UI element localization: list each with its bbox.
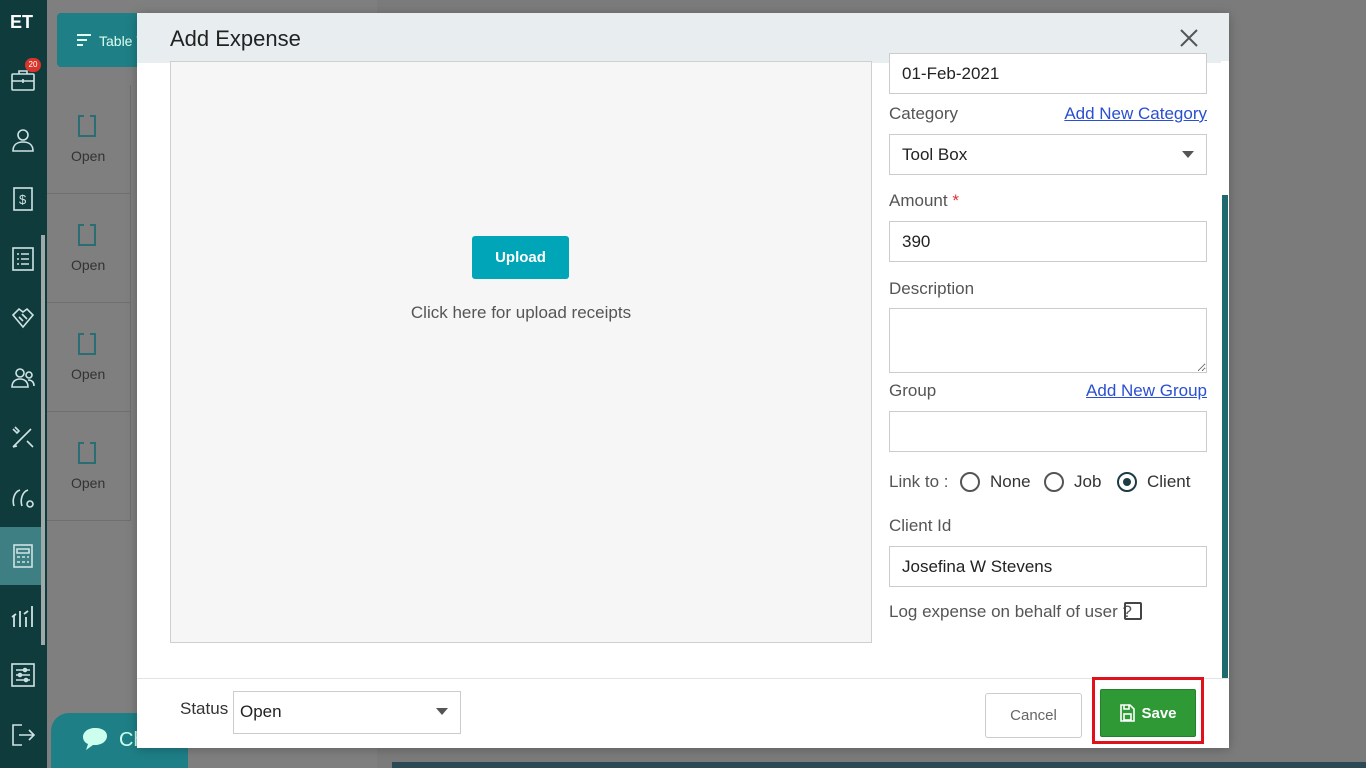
chat-bubble-icon[interactable]	[10, 484, 36, 510]
log-behalf-label: Log expense on behalf of user ?	[889, 602, 1132, 621]
list-item[interactable]: Open	[47, 412, 131, 521]
app-logo: ET	[10, 12, 34, 32]
list-item[interactable]: Open	[47, 194, 131, 303]
receipt-icon	[78, 333, 96, 355]
status-label: Status	[180, 699, 229, 718]
cancel-button[interactable]: Cancel	[985, 693, 1082, 738]
description-textarea[interactable]	[889, 308, 1207, 373]
modal-footer: Status Open Cancel Save	[137, 677, 1229, 748]
floppy-disk-icon	[1120, 704, 1136, 722]
save-button[interactable]: Save	[1100, 689, 1196, 737]
settings-sliders-icon[interactable]	[10, 662, 36, 688]
users-icon[interactable]	[10, 365, 36, 391]
svg-text:$: $	[19, 192, 27, 207]
client-id-input[interactable]: Josefina W Stevens	[889, 546, 1207, 587]
client-id-label: Client Id	[889, 516, 952, 535]
list-item[interactable]: Open	[47, 303, 131, 412]
list-item[interactable]: Open	[47, 85, 131, 194]
calculator-icon[interactable]	[10, 543, 36, 569]
radio-circle	[1044, 472, 1064, 492]
logout-icon[interactable]	[10, 722, 36, 748]
radio-circle-checked	[1117, 472, 1137, 492]
tools-icon[interactable]	[10, 424, 36, 450]
group-input[interactable]	[889, 411, 1207, 452]
link-to-label: Link to :	[889, 472, 949, 491]
add-new-group-link[interactable]: Add New Group	[1086, 381, 1207, 401]
receipt-upload-area[interactable]: Upload Click here for upload receipts	[170, 61, 872, 643]
upload-hint: Click here for upload receipts	[410, 303, 632, 322]
close-icon[interactable]	[1178, 27, 1200, 49]
dollar-icon[interactable]: $	[10, 186, 36, 212]
link-to-client-radio[interactable]: Client	[1117, 472, 1190, 492]
sort-lines-icon	[77, 34, 91, 49]
add-expense-modal: Add Expense Upload Click here for upload…	[137, 13, 1229, 748]
sidebar-scrollbar[interactable]	[41, 235, 45, 645]
list-item-status: Open	[71, 366, 106, 382]
amount-input[interactable]: 390	[889, 221, 1207, 262]
radio-circle	[960, 472, 980, 492]
status-select[interactable]: Open	[233, 691, 461, 734]
list-icon[interactable]	[10, 246, 36, 272]
add-new-category-link[interactable]: Add New Category	[1064, 104, 1207, 124]
date-field[interactable]: 01-Feb-2021	[889, 53, 1207, 94]
form-scrollbar-thumb[interactable]	[1222, 195, 1228, 678]
user-icon[interactable]	[10, 127, 36, 153]
category-select[interactable]: Tool Box	[889, 134, 1207, 175]
category-label: Category	[889, 104, 958, 123]
modal-title: Add Expense	[170, 26, 301, 51]
link-to-job-radio[interactable]: Job	[1044, 472, 1101, 492]
amount-label: Amount *	[889, 191, 959, 210]
upload-button[interactable]: Upload	[472, 236, 569, 279]
receipt-icon	[78, 442, 96, 464]
list-item-status: Open	[71, 475, 106, 491]
group-label: Group	[889, 381, 937, 400]
sidebar: ET 20 $	[0, 0, 47, 768]
receipt-icon	[78, 224, 96, 246]
list-item-status: Open	[71, 257, 106, 273]
description-label: Description	[889, 279, 975, 298]
background-bottom-bar	[392, 762, 1366, 768]
chat-icon	[83, 728, 107, 750]
log-behalf-checkbox[interactable]	[1124, 602, 1142, 620]
link-to-none-radio[interactable]: None	[960, 472, 1031, 492]
notification-badge: 20	[25, 58, 41, 72]
list-item-status: Open	[71, 148, 106, 164]
receipt-icon	[78, 115, 96, 137]
chart-icon[interactable]	[10, 603, 36, 629]
handshake-icon[interactable]	[10, 305, 36, 331]
required-marker: *	[952, 191, 959, 210]
